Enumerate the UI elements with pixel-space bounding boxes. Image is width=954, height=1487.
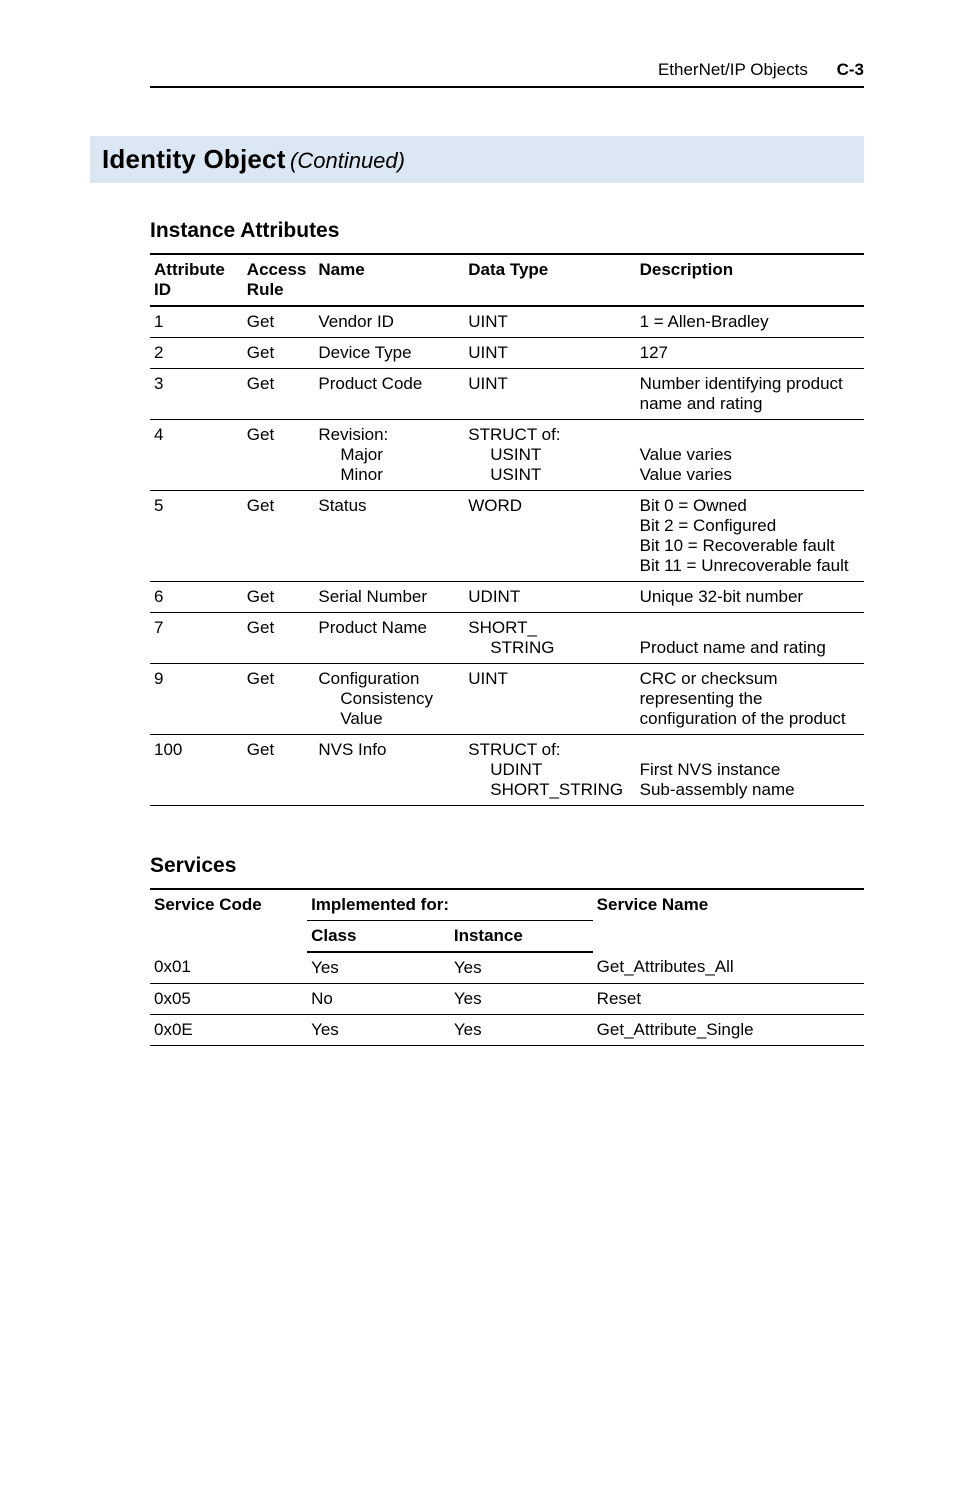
cell-attribute-id: 9 [150,664,243,735]
cell-description: Number identifying product name and rati… [636,369,864,420]
cell-name: Status [314,491,464,582]
cell-access-rule: Get [243,735,315,806]
instance-attributes-heading: Instance Attributes [150,219,864,243]
section-title: Identity Object [102,144,286,174]
cell-access-rule: Get [243,369,315,420]
cell-access-rule: Get [243,491,315,582]
cell-description: 1 = Allen-Bradley [636,306,864,338]
cell-access-rule: Get [243,306,315,338]
services-tbody: 0x01YesYesGet_Attributes_All0x05NoYesRes… [150,952,864,1046]
col-access-rule: Access Rule [243,254,315,306]
cell-data-type: SHORT_STRING [464,613,635,664]
instance-attributes-table: Attribute ID Access Rule Name Data Type … [150,253,864,806]
cell-service-name: Reset [593,984,864,1015]
cell-service-name: Get_Attribute_Single [593,1015,864,1046]
cell-attribute-id: 7 [150,613,243,664]
cell-data-type: UINT [464,369,635,420]
cell-access-rule: Get [243,613,315,664]
services-table: Service Code Implemented for: Service Na… [150,888,864,1046]
table-row: 4GetRevision:MajorMinorSTRUCT of:USINTUS… [150,420,864,491]
cell-name: Vendor ID [314,306,464,338]
table-row: 0x05NoYesReset [150,984,864,1015]
col-service-code: Service Code [150,889,307,952]
cell-name: Revision:MajorMinor [314,420,464,491]
cell-description: Unique 32-bit number [636,582,864,613]
cell-service-code: 0x05 [150,984,307,1015]
header-section: EtherNet/IP Objects [658,60,808,79]
col-class: Class [307,921,450,953]
cell-instance: Yes [450,952,593,984]
table-row: 0x0EYesYesGet_Attribute_Single [150,1015,864,1046]
cell-access-rule: Get [243,582,315,613]
running-header: EtherNet/IP Objects C-3 [150,60,864,88]
cell-access-rule: Get [243,338,315,369]
table-row: 2GetDevice TypeUINT127 [150,338,864,369]
cell-service-code: 0x0E [150,1015,307,1046]
cell-data-type: STRUCT of:UDINTSHORT_STRING [464,735,635,806]
col-instance: Instance [450,921,593,953]
col-service-name: Service Name [593,889,864,952]
cell-data-type: UDINT [464,582,635,613]
cell-attribute-id: 2 [150,338,243,369]
cell-description: Bit 0 = OwnedBit 2 = ConfiguredBit 10 = … [636,491,864,582]
cell-instance: Yes [450,1015,593,1046]
cell-attribute-id: 3 [150,369,243,420]
table-row: 0x01YesYesGet_Attributes_All [150,952,864,984]
cell-class: Yes [307,952,450,984]
cell-description: Value variesValue varies [636,420,864,491]
cell-data-type: STRUCT of:USINTUSINT [464,420,635,491]
cell-attribute-id: 5 [150,491,243,582]
cell-attribute-id: 100 [150,735,243,806]
table-row: 7GetProduct NameSHORT_STRING Product nam… [150,613,864,664]
table-row: 6GetSerial NumberUDINTUnique 32-bit numb… [150,582,864,613]
table-row: 9GetConfigurationConsistencyValueUINTCRC… [150,664,864,735]
cell-class: No [307,984,450,1015]
cell-service-name: Get_Attributes_All [593,952,864,984]
cell-description: Product name and rating [636,613,864,664]
col-name: Name [314,254,464,306]
cell-data-type: UINT [464,664,635,735]
cell-access-rule: Get [243,664,315,735]
cell-attribute-id: 1 [150,306,243,338]
cell-name: ConfigurationConsistencyValue [314,664,464,735]
table-row: 1GetVendor IDUINT1 = Allen-Bradley [150,306,864,338]
cell-name: Serial Number [314,582,464,613]
section-title-continued: (Continued) [290,148,405,173]
cell-description: CRC or checksum representing the configu… [636,664,864,735]
cell-data-type: UINT [464,338,635,369]
section-title-bar: Identity Object (Continued) [90,136,864,183]
cell-description: 127 [636,338,864,369]
cell-attribute-id: 4 [150,420,243,491]
col-attribute-id: Attribute ID [150,254,243,306]
cell-instance: Yes [450,984,593,1015]
col-description: Description [636,254,864,306]
table-row: 3GetProduct CodeUINTNumber identifying p… [150,369,864,420]
cell-class: Yes [307,1015,450,1046]
cell-data-type: WORD [464,491,635,582]
table-row: 5GetStatusWORDBit 0 = OwnedBit 2 = Confi… [150,491,864,582]
header-page-number: C-3 [837,60,864,79]
cell-attribute-id: 6 [150,582,243,613]
col-data-type: Data Type [464,254,635,306]
table-row: 100GetNVS InfoSTRUCT of:UDINTSHORT_STRIN… [150,735,864,806]
cell-name: Product Code [314,369,464,420]
instance-tbody: 1GetVendor IDUINT1 = Allen-Bradley2GetDe… [150,306,864,806]
cell-service-code: 0x01 [150,952,307,984]
cell-data-type: UINT [464,306,635,338]
cell-description: First NVS instanceSub-assembly name [636,735,864,806]
cell-name: Device Type [314,338,464,369]
cell-access-rule: Get [243,420,315,491]
services-heading: Services [150,854,864,878]
cell-name: NVS Info [314,735,464,806]
col-implemented-for: Implemented for: [307,889,593,921]
cell-name: Product Name [314,613,464,664]
